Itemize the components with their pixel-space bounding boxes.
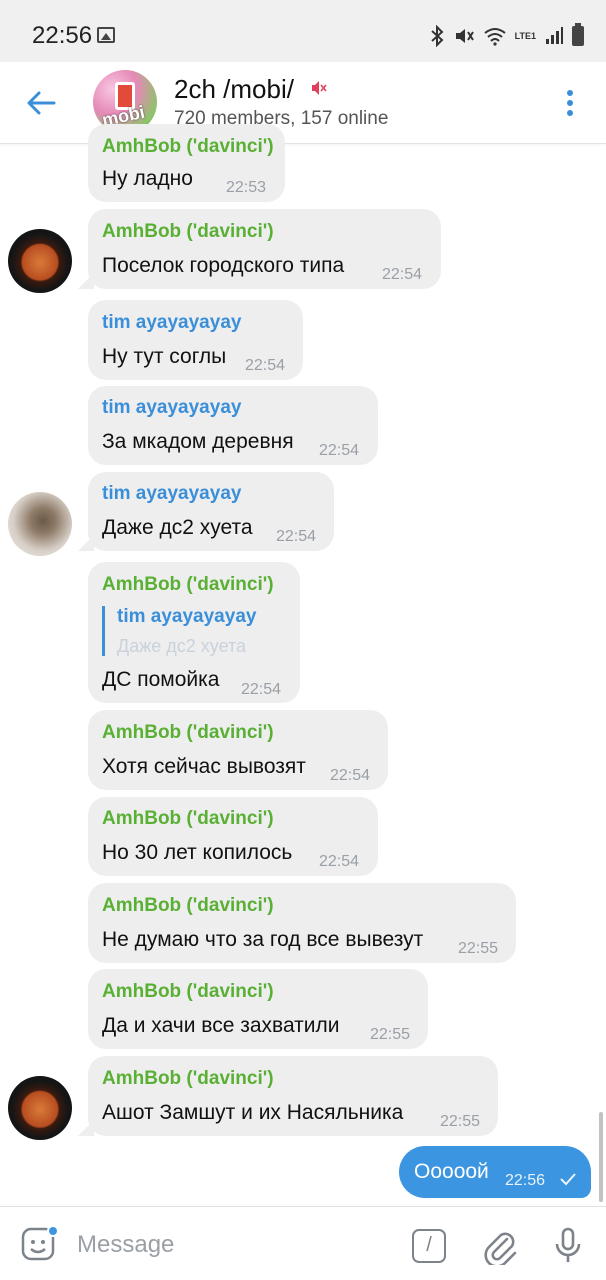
message-text: Даже дс2 хуета <box>102 516 253 539</box>
message-time: 22:53 <box>226 179 267 196</box>
message-time: 22:54 <box>330 767 371 784</box>
message-text: ДС помойка <box>102 668 220 691</box>
message-sender[interactable]: AmhBob ('davinci') <box>102 221 274 243</box>
message-time: 22:54 <box>245 357 286 374</box>
message-bubble[interactable]: AmhBob ('davinci') Хотя сейчас вывозят 2… <box>88 710 388 790</box>
wifi-icon <box>484 28 506 46</box>
message-time: 22:55 <box>440 1113 481 1130</box>
outgoing-message-bubble[interactable]: Ооооой 22:56 <box>399 1146 591 1198</box>
message-input[interactable]: Message <box>77 1231 174 1259</box>
message-text: Поселок городского типа <box>102 254 345 277</box>
reply-sender[interactable]: tim ayayayayay <box>117 606 256 628</box>
message-text: Ну тут соглы <box>102 345 227 368</box>
message-time: 22:54 <box>319 442 360 459</box>
back-arrow-icon[interactable] <box>24 86 58 120</box>
message-sender[interactable]: AmhBob ('davinci') <box>102 722 274 744</box>
avatar-amhbob[interactable] <box>8 229 72 293</box>
message-bubble[interactable]: AmhBob ('davinci') tim ayayayayay Даже д… <box>88 562 300 703</box>
avatar-tim[interactable] <box>8 492 72 556</box>
new-stickers-dot <box>47 1225 59 1237</box>
message-bubble[interactable]: AmhBob ('davinci') Не думаю что за год в… <box>88 883 516 963</box>
bluetooth-icon <box>430 25 444 47</box>
message-bubble[interactable]: tim ayayayayay Ну тут соглы 22:54 <box>88 300 303 380</box>
message-sender[interactable]: AmhBob ('davinci') <box>102 981 274 1003</box>
message-bubble[interactable]: AmhBob ('davinci') Да и хачи все захвати… <box>88 969 428 1049</box>
signal-icon <box>546 27 563 44</box>
message-input-bar: Message / <box>0 1206 606 1280</box>
gallery-notification-icon <box>97 27 115 43</box>
message-text: Хотя сейчас вывозят <box>102 755 306 778</box>
message-sender[interactable]: AmhBob ('davinci') <box>102 574 274 596</box>
message-time: 22:54 <box>241 681 282 698</box>
message-text: За мкадом деревня <box>102 430 294 453</box>
message-sender[interactable]: AmhBob ('davinci') <box>102 808 274 830</box>
chat-title[interactable]: 2ch /mobi/ <box>174 74 294 105</box>
message-sender[interactable]: AmhBob ('davinci') <box>102 1068 274 1090</box>
message-bubble[interactable]: tim ayayayayay За мкадом деревня 22:54 <box>88 386 378 465</box>
message-text: Но 30 лет копилось <box>102 841 293 864</box>
message-sender[interactable]: tim ayayayayay <box>102 397 241 419</box>
outgoing-message-text: Ооооой <box>414 1160 489 1183</box>
attach-paperclip-icon[interactable] <box>483 1227 517 1265</box>
message-bubble[interactable]: AmhBob ('davinci') Ашот Замшут и их Нася… <box>88 1056 498 1136</box>
more-menu-icon[interactable] <box>560 88 580 118</box>
message-time: 22:54 <box>276 528 317 545</box>
message-text: Ну ладно <box>102 167 193 190</box>
lte-indicator: LTE1 <box>514 30 536 41</box>
battery-icon <box>572 23 584 46</box>
sent-check-icon <box>560 1173 576 1186</box>
message-time: 22:55 <box>370 1026 411 1043</box>
reply-text[interactable]: Даже дс2 хуета <box>117 636 246 657</box>
message-time: 22:55 <box>458 940 499 957</box>
status-time: 22:56 <box>32 22 93 49</box>
message-sender[interactable]: AmhBob ('davinci') <box>102 136 274 158</box>
microphone-icon[interactable] <box>553 1227 583 1265</box>
chat-scrollbar[interactable] <box>599 1112 603 1202</box>
message-bubble[interactable]: AmhBob ('davinci') Но 30 лет копилось 22… <box>88 797 378 876</box>
message-text: Да и хачи все захватили <box>102 1014 340 1037</box>
status-icons: LTE1 <box>429 22 584 50</box>
message-text: Не думаю что за год все вывезут <box>102 928 424 951</box>
message-bubble[interactable]: AmhBob ('davinci') Ну ладно 22:53 <box>88 124 285 202</box>
message-bubble[interactable]: AmhBob ('davinci') Поселок городского ти… <box>88 209 441 289</box>
bot-command-icon[interactable]: / <box>412 1229 446 1263</box>
message-time: 22:54 <box>319 853 360 870</box>
muted-speaker-icon <box>312 81 327 95</box>
vibrate-mute-icon <box>455 29 474 43</box>
message-bubble[interactable]: tim ayayayayay Даже дс2 хуета 22:54 <box>88 472 334 551</box>
outgoing-message-time: 22:56 <box>505 1172 546 1189</box>
message-sender[interactable]: tim ayayayayay <box>102 483 241 505</box>
message-text: Ашот Замшут и их Насяльника <box>102 1101 404 1124</box>
avatar-amhbob[interactable] <box>8 1076 72 1140</box>
message-sender[interactable]: AmhBob ('davinci') <box>102 895 274 917</box>
message-sender[interactable]: tim ayayayayay <box>102 312 241 334</box>
status-bar: 22:56 LTE1 <box>0 0 606 62</box>
message-time: 22:54 <box>382 266 423 283</box>
reply-bar <box>102 606 105 656</box>
